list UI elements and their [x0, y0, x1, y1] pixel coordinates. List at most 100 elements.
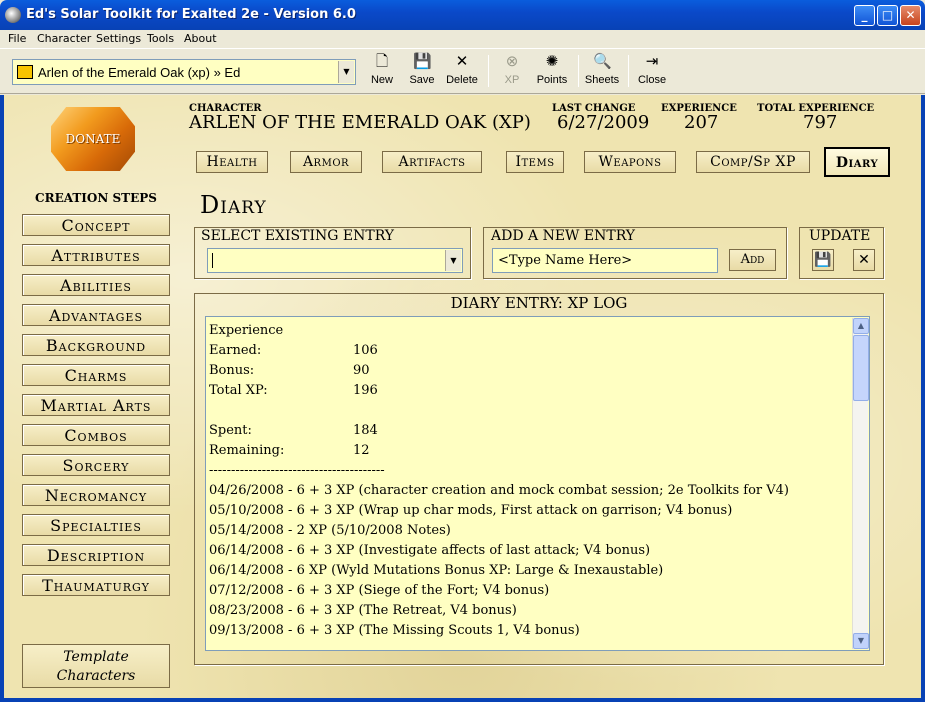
- window-title: Ed's Solar Toolkit for Exalted 2e - Vers…: [26, 7, 356, 22]
- tab-artifacts[interactable]: Artifacts: [382, 151, 482, 173]
- tab-diary[interactable]: Diary: [824, 147, 890, 177]
- diary-line: [209, 401, 849, 421]
- menu-character[interactable]: Character: [37, 32, 91, 45]
- close-icon: ✕: [858, 252, 870, 268]
- tab-comp-sp-xp[interactable]: Comp/Sp XP: [696, 151, 810, 173]
- minimize-button[interactable]: _: [854, 5, 875, 26]
- step-attributes[interactable]: Attributes: [22, 244, 170, 266]
- text-caret: [212, 253, 213, 268]
- add-entry-label: ADD A NEW ENTRY: [491, 228, 636, 244]
- diary-line-value: 90: [353, 363, 370, 378]
- character-select[interactable]: Arlen of the Emerald Oak (xp) » Ed ▼: [12, 59, 356, 85]
- menu-about[interactable]: About: [184, 32, 217, 45]
- sheets-button[interactable]: 🔍 Sheets: [580, 53, 624, 91]
- diary-line: 05/10/2008 - 6 + 3 XP (Wrap up char mods…: [209, 501, 849, 521]
- donate-button[interactable]: DONATE: [51, 107, 135, 171]
- close-button-label: Close: [637, 74, 667, 86]
- xp-icon: ⊗: [505, 53, 519, 70]
- toolbar-separator: [628, 55, 629, 87]
- diary-line-text: ----------------------------------------: [209, 463, 385, 478]
- toolbar: Arlen of the Emerald Oak (xp) » Ed ▼ 🗋 N…: [0, 48, 925, 94]
- delete-button-label: Delete: [446, 74, 478, 86]
- diary-line: Bonus: 90: [209, 361, 849, 381]
- add-entry-button[interactable]: Add: [729, 249, 776, 271]
- sheets-magnify-icon: 🔍: [593, 53, 612, 70]
- creation-steps-list: Concept Attributes Abilities Advantages …: [22, 214, 170, 604]
- toolbar-separator: [578, 55, 579, 87]
- step-necromancy[interactable]: Necromancy: [22, 484, 170, 506]
- close-button[interactable]: ⇥ Close: [630, 53, 674, 91]
- diary-line-text: 08/23/2008 - 6 + 3 XP (The Retreat, V4 b…: [209, 603, 517, 618]
- diary-line: Spent: 184: [209, 421, 849, 441]
- last-change-value: 6/27/2009: [557, 112, 650, 133]
- step-thaumaturgy[interactable]: Thaumaturgy: [22, 574, 170, 596]
- diary-line-value: 184: [353, 423, 378, 438]
- new-button-label: New: [370, 74, 393, 86]
- entry-name-input[interactable]: <Type Name Here>: [492, 248, 718, 273]
- scroll-down-icon[interactable]: ▼: [853, 633, 869, 649]
- title-bar: Ed's Solar Toolkit for Exalted 2e - Vers…: [0, 0, 925, 30]
- diary-line: 05/14/2008 - 2 XP (5/10/2008 Notes): [209, 521, 849, 541]
- exit-door-icon: ⇥: [645, 53, 659, 70]
- character-name: ARLEN OF THE EMERALD OAK (XP): [189, 112, 531, 133]
- diary-entry-title: DIARY ENTRY: XP LOG: [450, 294, 628, 312]
- diary-entry-textarea[interactable]: Experience Earned: 106 Bonus: 90 Total XP: 196…: [205, 316, 870, 651]
- diary-line-text: 09/13/2008 - 6 + 3 XP (The Missing Scout…: [209, 623, 580, 638]
- step-martial-arts[interactable]: Martial Arts: [22, 394, 170, 416]
- step-combos[interactable]: Combos: [22, 424, 170, 446]
- close-window-button[interactable]: ✕: [900, 5, 921, 26]
- scroll-thumb[interactable]: [853, 335, 869, 401]
- section-title: Diary: [200, 191, 267, 219]
- save-button-label: Save: [409, 74, 435, 86]
- diary-line-text: Spent:: [209, 423, 252, 438]
- diary-line-text: 07/12/2008 - 6 + 3 XP (Siege of the Fort…: [209, 583, 550, 598]
- points-button[interactable]: ✺ Points: [530, 53, 574, 91]
- menu-file[interactable]: File: [8, 32, 26, 45]
- menu-settings[interactable]: Settings: [96, 32, 141, 45]
- step-charms[interactable]: Charms: [22, 364, 170, 386]
- update-save-button[interactable]: 💾: [812, 249, 834, 271]
- dropdown-arrow-icon[interactable]: ▼: [445, 250, 461, 271]
- character-icon: [17, 65, 33, 79]
- diary-line-text: Earned:: [209, 343, 262, 358]
- diary-line-text: 05/14/2008 - 2 XP (5/10/2008 Notes): [209, 523, 451, 538]
- update-cancel-button[interactable]: ✕: [853, 249, 875, 271]
- diary-line: 08/23/2008 - 6 + 3 XP (The Retreat, V4 b…: [209, 601, 849, 621]
- step-advantages[interactable]: Advantages: [22, 304, 170, 326]
- diary-line: Experience: [209, 321, 849, 341]
- sheets-button-label: Sheets: [584, 74, 620, 86]
- select-entry-label: SELECT EXISTING ENTRY: [201, 228, 395, 244]
- dropdown-arrow-icon[interactable]: ▼: [338, 61, 354, 83]
- step-background[interactable]: Background: [22, 334, 170, 356]
- step-sorcery[interactable]: Sorcery: [22, 454, 170, 476]
- points-icon: ✺: [545, 53, 559, 70]
- template-line2: Characters: [56, 668, 136, 684]
- menu-tools[interactable]: Tools: [147, 32, 174, 45]
- diary-line-value: 196: [353, 383, 378, 398]
- experience-value: 207: [684, 112, 719, 133]
- step-abilities[interactable]: Abilities: [22, 274, 170, 296]
- maximize-button[interactable]: □: [877, 5, 898, 26]
- menu-bar: File Character Settings Tools About: [0, 30, 925, 48]
- diary-line: Total XP: 196: [209, 381, 849, 401]
- diary-line-text: Total XP:: [209, 383, 268, 398]
- new-button[interactable]: 🗋 New: [360, 53, 404, 91]
- save-button[interactable]: 💾 Save: [400, 53, 444, 91]
- tab-weapons[interactable]: Weapons: [584, 151, 676, 173]
- xp-button[interactable]: ⊗ XP: [490, 53, 534, 91]
- scroll-up-icon[interactable]: ▲: [853, 318, 869, 334]
- template-characters-button[interactable]: Template Characters: [22, 644, 170, 688]
- delete-button[interactable]: ✕ Delete: [440, 53, 484, 91]
- existing-entry-select[interactable]: ▼: [207, 248, 463, 273]
- diary-scrollbar[interactable]: ▲ ▼: [852, 318, 869, 649]
- diary-line: 07/12/2008 - 6 + 3 XP (Siege of the Fort…: [209, 581, 849, 601]
- points-button-label: Points: [536, 74, 568, 86]
- step-description[interactable]: Description: [22, 544, 170, 566]
- tab-health[interactable]: Health: [196, 151, 268, 173]
- tab-armor[interactable]: Armor: [290, 151, 362, 173]
- diary-line: 04/26/2008 - 6 + 3 XP (character creatio…: [209, 481, 849, 501]
- step-concept[interactable]: Concept: [22, 214, 170, 236]
- step-specialties[interactable]: Specialties: [22, 514, 170, 536]
- tab-items[interactable]: Items: [506, 151, 564, 173]
- diary-entry-content: Experience Earned: 106 Bonus: 90 Total XP: 196…: [209, 321, 849, 641]
